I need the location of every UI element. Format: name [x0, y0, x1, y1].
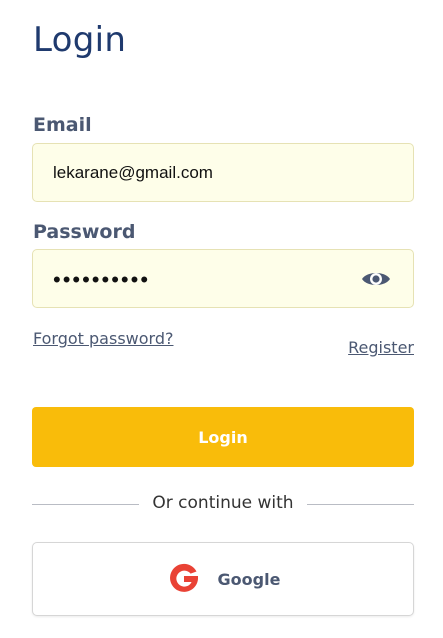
- google-g-icon: [169, 563, 198, 592]
- email-value: lekarane@gmail.com: [53, 162, 213, 182]
- password-label: Password: [33, 221, 136, 243]
- divider-line-left: [32, 504, 139, 505]
- register-link[interactable]: Register: [348, 338, 414, 357]
- email-label: Email: [33, 114, 92, 136]
- forgot-password-link[interactable]: Forgot password?: [33, 329, 173, 348]
- login-button[interactable]: Login: [32, 407, 414, 467]
- email-field[interactable]: lekarane@gmail.com: [32, 143, 414, 202]
- divider-text: Or continue with: [152, 493, 294, 513]
- page-title: Login: [33, 20, 127, 60]
- eye-icon[interactable]: [361, 268, 391, 290]
- password-field[interactable]: ••••••••••: [32, 249, 414, 308]
- divider-line-right: [307, 504, 414, 505]
- password-value: ••••••••••: [53, 266, 151, 292]
- google-label: Google: [217, 569, 281, 589]
- google-login-button[interactable]: Google: [32, 542, 414, 616]
